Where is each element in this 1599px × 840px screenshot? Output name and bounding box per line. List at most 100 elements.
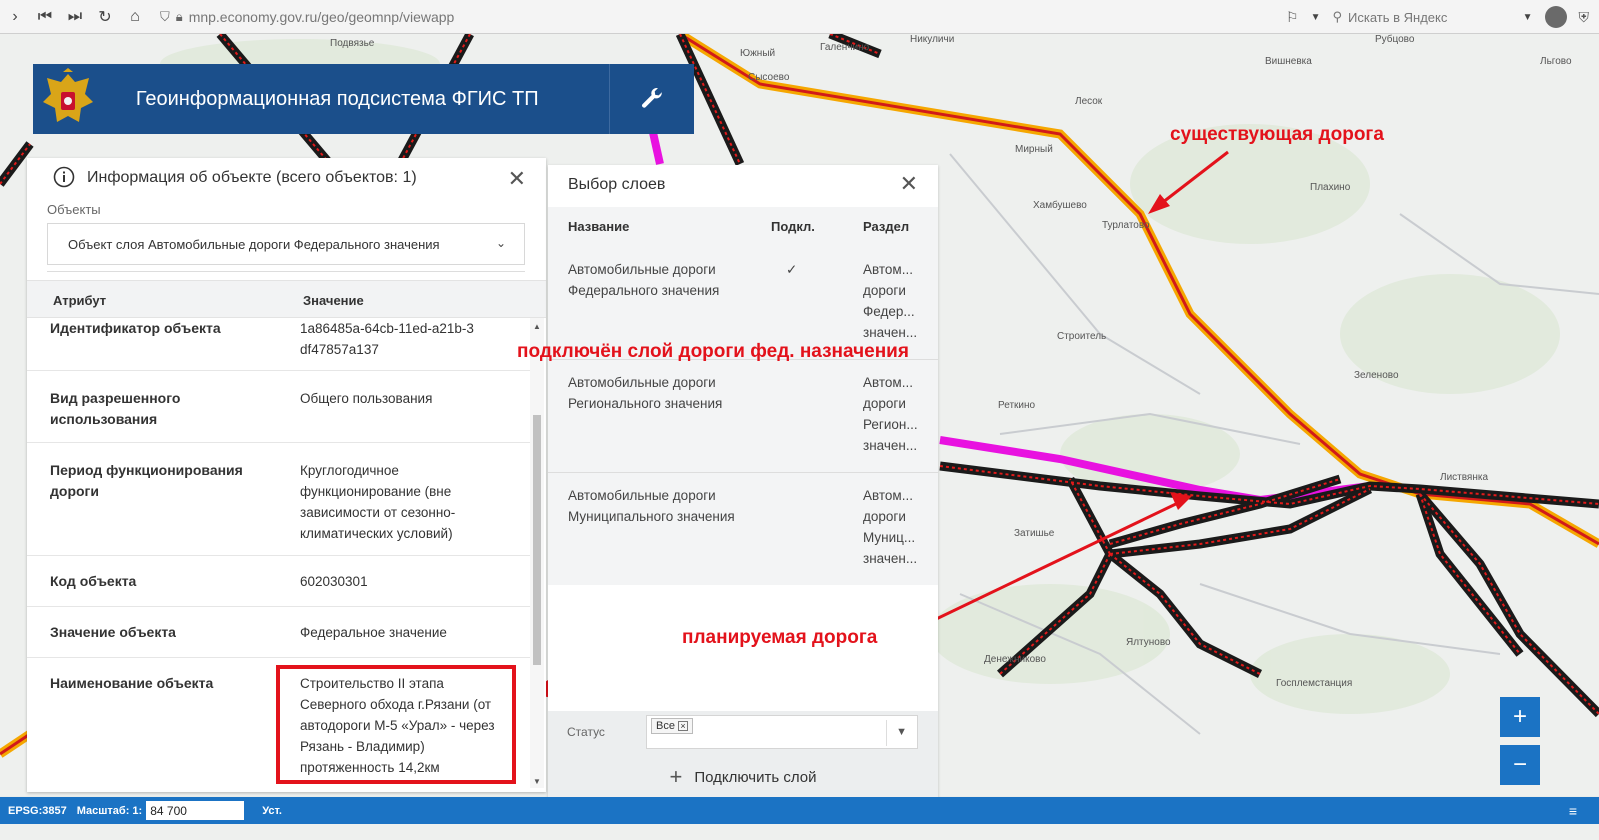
app-header: Геоинформационная подсистема ФГИС ТП — [33, 64, 694, 134]
scroll-up-icon[interactable]: ▲ — [533, 322, 541, 331]
chevron-down-icon: ⌄ — [495, 236, 506, 250]
map-label: Вишневка — [1265, 56, 1312, 67]
zoom-in-button[interactable]: + — [1500, 697, 1540, 737]
yandex-search[interactable]: ⚲ Искать в Яндекс ▼ — [1333, 9, 1533, 25]
layer-name: Автомобильные дороги Федерального значен… — [568, 262, 720, 298]
map-label: Южный — [740, 48, 776, 59]
map-label: Хамбушево — [1033, 200, 1087, 211]
add-layer-button[interactable]: + Подключить слой — [548, 757, 938, 797]
status-select[interactable]: Все × ▼ — [646, 715, 918, 749]
row-value: Круглогодичное функционирование (вне зав… — [300, 463, 456, 541]
annotation-existing-road: существующая дорога — [1170, 124, 1384, 145]
status-tag[interactable]: Все × — [651, 718, 693, 734]
remove-tag-icon[interactable]: × — [677, 721, 688, 731]
scroll-down-icon[interactable]: ▼ — [533, 777, 541, 786]
map-label: Реткино — [998, 400, 1036, 411]
shield-icon: ⛉ — [160, 8, 170, 24]
row-value: Общего пользования — [300, 391, 433, 406]
row-attribute: Период функционирования дороги — [50, 462, 243, 499]
address-bar[interactable]: ⛉ 🔒︎ mnp.economy.gov.ru/geo/geomnp/viewa… — [160, 9, 454, 25]
map-label: Лесок — [1075, 96, 1103, 107]
row-value: 602030301 — [300, 574, 368, 589]
map-label: Сысоево — [748, 72, 790, 83]
map-label: Льгово — [1540, 56, 1572, 67]
attributes-table-header: Атрибут Значение — [27, 280, 546, 318]
dropdown-icon[interactable]: ▼ — [1311, 12, 1321, 23]
browser-toolbar: › ⏮ ⏭ ↻ ⌂ ⛉ 🔒︎ mnp.economy.gov.ru/geo/ge… — [0, 0, 1599, 34]
map-label: Рубцово — [1375, 34, 1415, 45]
layer-row[interactable]: Автомобильные дороги Регионального значе… — [548, 360, 938, 473]
layers-panel: Выбор слоев ✕ Название Подкл. Раздел Авт… — [548, 165, 938, 797]
column-header-section: Раздел — [863, 219, 910, 234]
forward-icon[interactable]: › — [0, 0, 30, 34]
object-select[interactable]: Объект слоя Автомобильные дороги Федерал… — [47, 223, 525, 265]
table-row: Идентификатор объекта 1a86485a-64cb-11ed… — [27, 318, 530, 371]
map-label: Никуличи — [910, 34, 955, 45]
coat-of-arms-logo — [33, 64, 103, 134]
layer-name: Автомобильные дороги Муниципального знач… — [568, 488, 735, 524]
column-header-name: Название — [568, 219, 630, 234]
scrollbar[interactable]: ▲ ▼ — [530, 318, 544, 788]
map-label: Госплемстанция — [1276, 678, 1353, 689]
row-attribute: Код объекта — [50, 573, 137, 589]
checkmark-icon[interactable]: ✓ — [786, 259, 797, 280]
search-placeholder: Искать в Яндекс — [1348, 9, 1448, 25]
bottom-strip — [0, 824, 1599, 840]
column-header-attribute: Атрибут — [53, 293, 107, 308]
map-label: Листвянка — [1440, 472, 1489, 483]
bookmark-icon[interactable]: ⚐ — [1286, 9, 1299, 26]
scroll-thumb[interactable] — [533, 415, 541, 665]
close-icon[interactable]: ✕ — [900, 171, 918, 197]
layer-name: Автомобильные дороги Регионального значе… — [568, 375, 723, 411]
status-filter: Статус Все × ▼ — [548, 711, 938, 757]
divider — [47, 271, 525, 272]
menu-icon[interactable]: ≡ — [1569, 803, 1577, 819]
highlight-frame — [276, 665, 516, 784]
map-label: Галенчино — [820, 42, 870, 53]
epsg-label: EPSG:3857 — [8, 804, 67, 817]
close-icon[interactable]: ✕ — [508, 166, 526, 192]
scale-input[interactable]: 84 700 — [146, 801, 245, 820]
map-label: Мирный — [1015, 144, 1053, 155]
home-icon[interactable]: ⌂ — [120, 0, 150, 34]
row-value: Федеральное значение — [300, 625, 447, 640]
layer-section: Автом... дороги Федер... значен... — [863, 262, 918, 340]
info-panel-title: Информация об объекте (всего объектов: 1… — [87, 169, 417, 186]
caret-down-icon[interactable]: ▼ — [896, 726, 907, 738]
objects-label: Объекты — [47, 202, 101, 217]
layer-row[interactable]: Автомобильные дороги Муниципального знач… — [548, 473, 938, 586]
status-input[interactable] — [697, 720, 887, 746]
table-row: Период функционирования дороги Круглогод… — [27, 443, 530, 556]
set-scale-button[interactable]: Уст. — [262, 805, 282, 817]
shield-extension-icon[interactable]: ⛨ — [1579, 9, 1590, 26]
skip-forward-icon[interactable]: ⏭ — [60, 0, 90, 34]
map-label: Затишье — [1014, 528, 1055, 539]
annotation-planned-road: планируемая дорога — [682, 627, 878, 648]
row-attribute: Вид разрешенного использования — [50, 390, 181, 427]
layer-section: Автом... дороги Муниц... значен... — [863, 488, 918, 566]
zoom-out-button[interactable]: − — [1500, 745, 1540, 785]
url-text[interactable]: mnp.economy.gov.ru/geo/geomnp/viewapp — [189, 9, 455, 25]
reload-icon[interactable]: ↻ — [90, 0, 120, 34]
row-value: 1a86485a-64cb-11ed-a21b-3df47857a137 — [300, 321, 474, 357]
info-icon — [53, 166, 75, 191]
map-label: Турлатово — [1102, 220, 1150, 231]
search-dropdown-icon[interactable]: ▼ — [1523, 12, 1533, 23]
wrench-icon[interactable] — [610, 64, 694, 134]
row-attribute: Значение объекта — [50, 624, 176, 640]
status-tag-label: Все — [656, 720, 675, 732]
avatar[interactable] — [1544, 6, 1567, 28]
add-layer-label: Подключить слой — [694, 768, 817, 786]
plus-icon: + — [669, 764, 683, 789]
column-header-connected: Подкл. — [771, 219, 815, 234]
table-row: Значение объекта Федеральное значение — [27, 607, 530, 658]
skip-back-icon[interactable]: ⏮ — [30, 0, 60, 34]
map-statusbar: EPSG:3857 Масштаб: 1: 84 700 Уст. ≡ — [0, 797, 1599, 824]
app-title: Геоинформационная подсистема ФГИС ТП — [135, 87, 539, 110]
object-select-value: Объект слоя Автомобильные дороги Федерал… — [68, 236, 440, 252]
search-icon: ⚲ — [1332, 9, 1343, 24]
map-label: Ялтуново — [1126, 637, 1171, 648]
column-header-value: Значение — [303, 293, 364, 308]
scale-label: Масштаб: 1: — [76, 804, 143, 817]
map-label: Денежниково — [984, 654, 1046, 665]
